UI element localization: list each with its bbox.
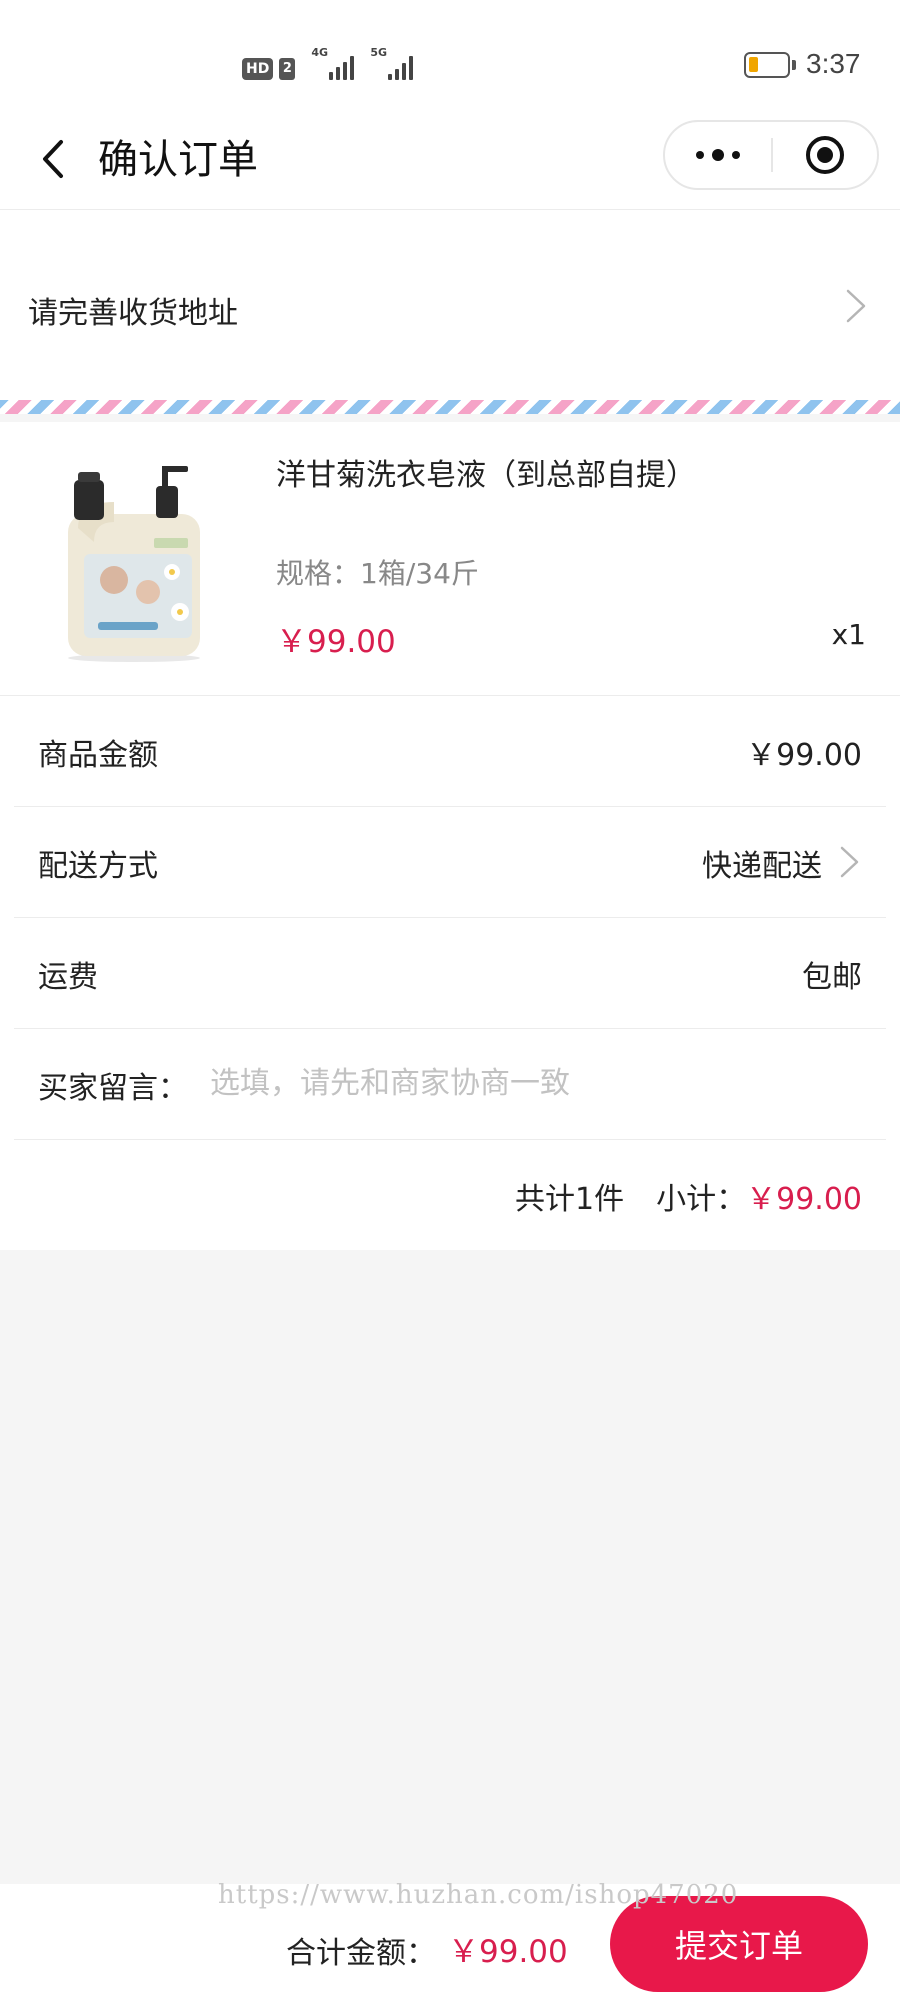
item-count: 共计1件 xyxy=(515,1182,625,1217)
nav-header: 确认订单 xyxy=(0,110,900,210)
total-label: 合计金额： xyxy=(286,1936,436,1971)
battery-icon xyxy=(744,52,796,78)
hd-badge: HD xyxy=(242,58,274,80)
order-summary-row: 共计1件 小计：￥99.00 xyxy=(0,1140,900,1250)
target-circle-icon xyxy=(806,136,844,174)
chevron-left-icon xyxy=(43,140,63,178)
goods-amount-label: 商品金额 xyxy=(38,738,158,773)
subtotal-label: 小计： xyxy=(656,1182,747,1217)
more-button[interactable] xyxy=(665,122,771,188)
watermark-text: https://www.huzhan.com/ishop47020 xyxy=(218,1880,739,1910)
back-button[interactable] xyxy=(28,134,78,184)
goods-amount-row: 商品金额 ￥99.00 xyxy=(14,696,886,807)
delivery-method-row[interactable]: 配送方式 快递配送 xyxy=(14,807,886,918)
product-spec: 规格：1箱/34斤 xyxy=(276,557,479,590)
product-image[interactable] xyxy=(44,462,224,662)
network-type-5g: 5G xyxy=(370,46,388,59)
shipping-fee-label: 运费 xyxy=(38,960,98,995)
signal-5g-icon: 5G xyxy=(370,46,414,80)
network-type-4g: 4G xyxy=(311,46,329,59)
delivery-method-label: 配送方式 xyxy=(38,849,158,884)
sim-badge: 2 xyxy=(279,58,296,80)
delivery-method-value: 快递配送 xyxy=(702,849,822,884)
goods-amount-value: ￥99.00 xyxy=(746,738,862,773)
shipping-fee-value: 包邮 xyxy=(802,960,862,995)
product-name[interactable]: 洋甘菊洗衣皂液（到总部自提） xyxy=(276,450,696,494)
buyer-message-input[interactable] xyxy=(210,1057,850,1109)
shipping-fee-row: 运费 包邮 xyxy=(14,918,886,1029)
more-dots-icon xyxy=(696,149,740,161)
total-price: ￥99.00 xyxy=(448,1934,568,1970)
subtotal-value: ￥99.00 xyxy=(746,1182,862,1217)
close-mini-program-button[interactable] xyxy=(773,122,877,188)
chevron-right-icon xyxy=(846,289,866,323)
signal-4g-icon: 4G xyxy=(311,46,355,80)
mini-program-capsule xyxy=(663,120,879,190)
order-summary: 共计1件 小计：￥99.00 xyxy=(515,1174,862,1218)
product-card: 洋甘菊洗衣皂液（到总部自提） 规格：1箱/34斤 ￥99.00 x1 xyxy=(0,422,900,696)
buyer-message-row: 买家留言： xyxy=(14,1029,886,1140)
product-quantity: x1 xyxy=(831,618,866,651)
address-envelope-stripe xyxy=(0,400,900,414)
status-bar: HD 2 4G 5G 3:37 xyxy=(0,0,900,110)
chevron-right-icon xyxy=(840,846,859,878)
address-selector[interactable]: 请完善收货地址 xyxy=(0,210,900,400)
submit-order-button[interactable]: 提交订单 xyxy=(610,1896,868,1992)
confirm-order-page: HD 2 4G 5G 3:37 确认订单 请完善收货地址 洋甘菊洗衣皂液（到总部… xyxy=(0,0,900,2000)
status-time: 3:37 xyxy=(806,48,861,79)
order-info-list: 商品金额 ￥99.00 配送方式 快递配送 运费 包邮 买家留言： 共计1件小计… xyxy=(0,696,900,1250)
address-prompt: 请完善收货地址 xyxy=(28,296,238,331)
page-title: 确认订单 xyxy=(98,137,258,183)
network-indicators: HD 2 4G 5G xyxy=(242,46,414,80)
product-price: ￥99.00 xyxy=(276,624,396,660)
buyer-message-label: 买家留言： xyxy=(38,1071,188,1106)
battery-level-fill xyxy=(749,57,758,72)
